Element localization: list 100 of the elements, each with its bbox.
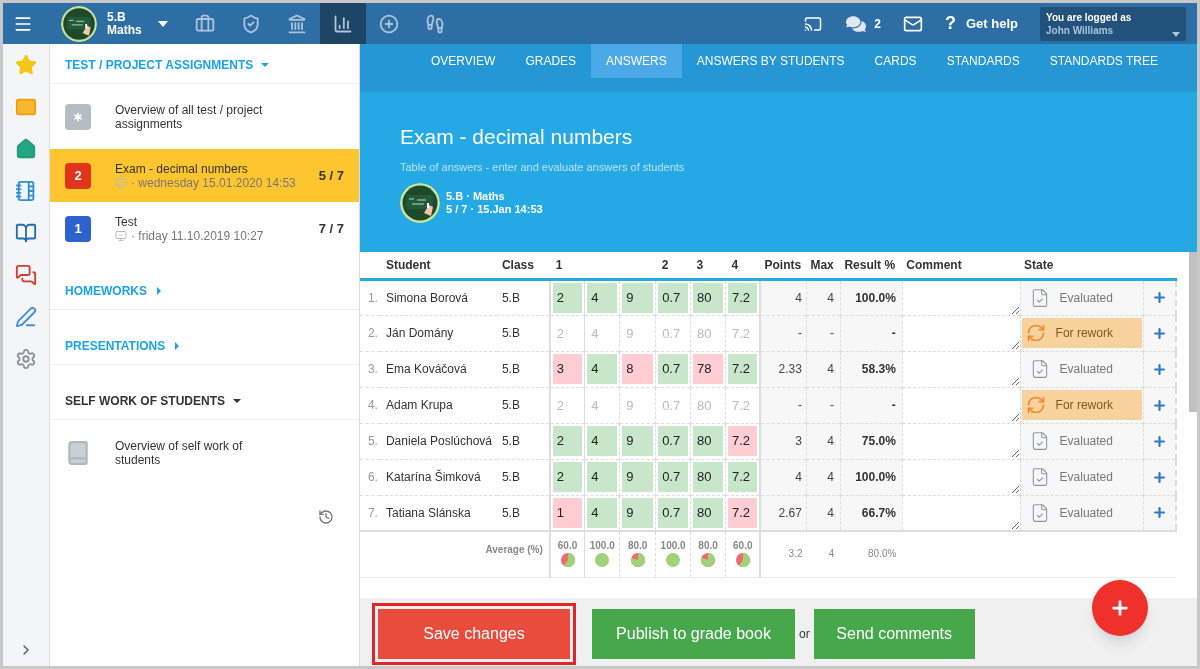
- assignment-title: Exam - decimal numbers: [115, 161, 249, 176]
- result-cell: 100.0%: [840, 279, 903, 315]
- result-cell: 58.3%: [840, 351, 903, 387]
- pie-icon: [595, 553, 610, 567]
- answer-field[interactable]: 0.7: [658, 497, 689, 528]
- page-title: Exam - decimal numbers: [400, 124, 634, 150]
- item-title: Overview of self work of students: [115, 438, 244, 467]
- shield-check-icon: [240, 13, 261, 34]
- average-max: 4: [806, 531, 841, 577]
- number-badge: 2: [65, 162, 91, 189]
- result-cell: 75.0%: [840, 423, 903, 459]
- max-cell: 4: [806, 279, 841, 315]
- answer-field[interactable]: 80: [693, 426, 724, 456]
- completion-count: 7 / 7: [318, 219, 344, 238]
- plus-icon: [1152, 505, 1168, 521]
- history-icon[interactable]: [318, 509, 334, 525]
- answer-field[interactable]: 2: [552, 462, 583, 492]
- chat-bubbles-icon[interactable]: [846, 13, 867, 34]
- answer-field[interactable]: 1: [552, 497, 583, 528]
- column-header: 3: [690, 252, 726, 279]
- help-link[interactable]: ? Get help: [945, 10, 1018, 37]
- answer-field[interactable]: 78: [693, 354, 724, 384]
- average-value: 60.0: [732, 539, 754, 553]
- answer-field[interactable]: 7.2: [728, 497, 758, 528]
- student-name: Adam Krupa: [379, 387, 497, 423]
- cast-icon[interactable]: [804, 14, 823, 33]
- points-cell: -: [760, 387, 807, 423]
- answer-field[interactable]: 0.7: [658, 354, 689, 384]
- class-cell: 5.B: [496, 459, 550, 495]
- points-cell: 2.67: [760, 495, 807, 531]
- answer-field[interactable]: 2: [552, 282, 583, 313]
- answer-field[interactable]: 7.2: [728, 462, 758, 492]
- assignment-item[interactable]: 2 Exam - decimal numbers · wednesday 15.01.2020 14:53 5 / 7: [50, 149, 359, 202]
- info-line: 5 / 7 · 15.Jan 14:53: [446, 203, 543, 216]
- answer-field[interactable]: 7.2: [728, 282, 758, 313]
- max-cell: 4: [806, 459, 841, 495]
- caret-icon[interactable]: [157, 20, 168, 27]
- number-badge: 1: [65, 215, 91, 242]
- points-cell: 4: [760, 279, 807, 315]
- settings-icon[interactable]: [15, 348, 37, 370]
- monitor-check-icon: [115, 229, 127, 242]
- class-name: 5.B: [107, 10, 127, 24]
- column-header: Class: [496, 252, 550, 279]
- state-badge[interactable]: For rework: [1021, 318, 1143, 348]
- answer-field[interactable]: 9: [622, 426, 654, 456]
- answer-field[interactable]: 8: [622, 354, 654, 384]
- points-cell: -: [760, 315, 807, 351]
- points-cell: 2.33: [760, 351, 807, 387]
- chat-icon[interactable]: [15, 264, 37, 286]
- answer-field[interactable]: 4: [587, 462, 618, 492]
- answer-field[interactable]: 80: [693, 462, 724, 492]
- class-line: 5.B · Maths: [446, 190, 506, 203]
- assignment-title: Test: [115, 214, 138, 229]
- student-name: Ján Domány: [379, 315, 497, 351]
- max-cell: -: [806, 387, 841, 423]
- answer-field[interactable]: 7.2: [728, 426, 758, 456]
- scrollbar[interactable]: [1189, 252, 1197, 412]
- average-value: 60.0: [556, 539, 579, 553]
- answer-field[interactable]: 4: [587, 497, 618, 528]
- save-button[interactable]: Save changes: [378, 609, 570, 659]
- home-icon[interactable]: [15, 138, 37, 160]
- state-badge[interactable]: For rework: [1021, 390, 1143, 420]
- answer-field[interactable]: 4: [587, 354, 618, 384]
- answer-field[interactable]: 9: [622, 282, 654, 313]
- row-number: 3.: [360, 351, 380, 387]
- star-icon[interactable]: [15, 54, 37, 76]
- notebook-icon[interactable]: [15, 180, 37, 202]
- caret-icon: [1172, 31, 1180, 37]
- pie-icon: [701, 553, 716, 567]
- answer-field[interactable]: 0.7: [658, 282, 689, 313]
- answer-field[interactable]: 2: [552, 426, 583, 456]
- caret-right-icon: [155, 286, 163, 295]
- plus-icon: [1152, 397, 1168, 413]
- row-number: 1.: [360, 279, 380, 315]
- answer-field[interactable]: 0.7: [658, 462, 689, 492]
- answer-field[interactable]: 9: [622, 497, 654, 528]
- answer-field[interactable]: 3: [552, 354, 583, 384]
- answer-field[interactable]: 80: [693, 497, 724, 528]
- answer-field[interactable]: 9: [622, 462, 654, 492]
- book-icon: [65, 439, 91, 466]
- plus-icon: [1109, 597, 1131, 619]
- nav-tab[interactable]: [319, 3, 366, 44]
- class-cell: 5.B: [496, 315, 550, 351]
- answer-field[interactable]: 0.7: [658, 426, 689, 456]
- average-result: 80.0%: [840, 531, 903, 577]
- rework-icon: [1025, 395, 1046, 415]
- book-icon[interactable]: [15, 222, 37, 244]
- answer-field[interactable]: 80: [693, 282, 724, 313]
- user-menu[interactable]: You are logged as John Williams: [1040, 6, 1186, 41]
- answer-field[interactable]: 7.2: [728, 354, 758, 384]
- answer-field[interactable]: 4: [587, 426, 618, 456]
- result-cell: -: [840, 315, 903, 351]
- row-number: 2.: [360, 315, 380, 351]
- result-cell: -: [840, 387, 903, 423]
- pen-icon[interactable]: [15, 306, 37, 328]
- column-header: Comment: [902, 252, 1021, 279]
- rework-icon: [1025, 323, 1046, 343]
- bar-chart-icon: [332, 13, 353, 34]
- answer-field[interactable]: 4: [587, 282, 618, 313]
- class-cell: 5.B: [496, 495, 550, 531]
